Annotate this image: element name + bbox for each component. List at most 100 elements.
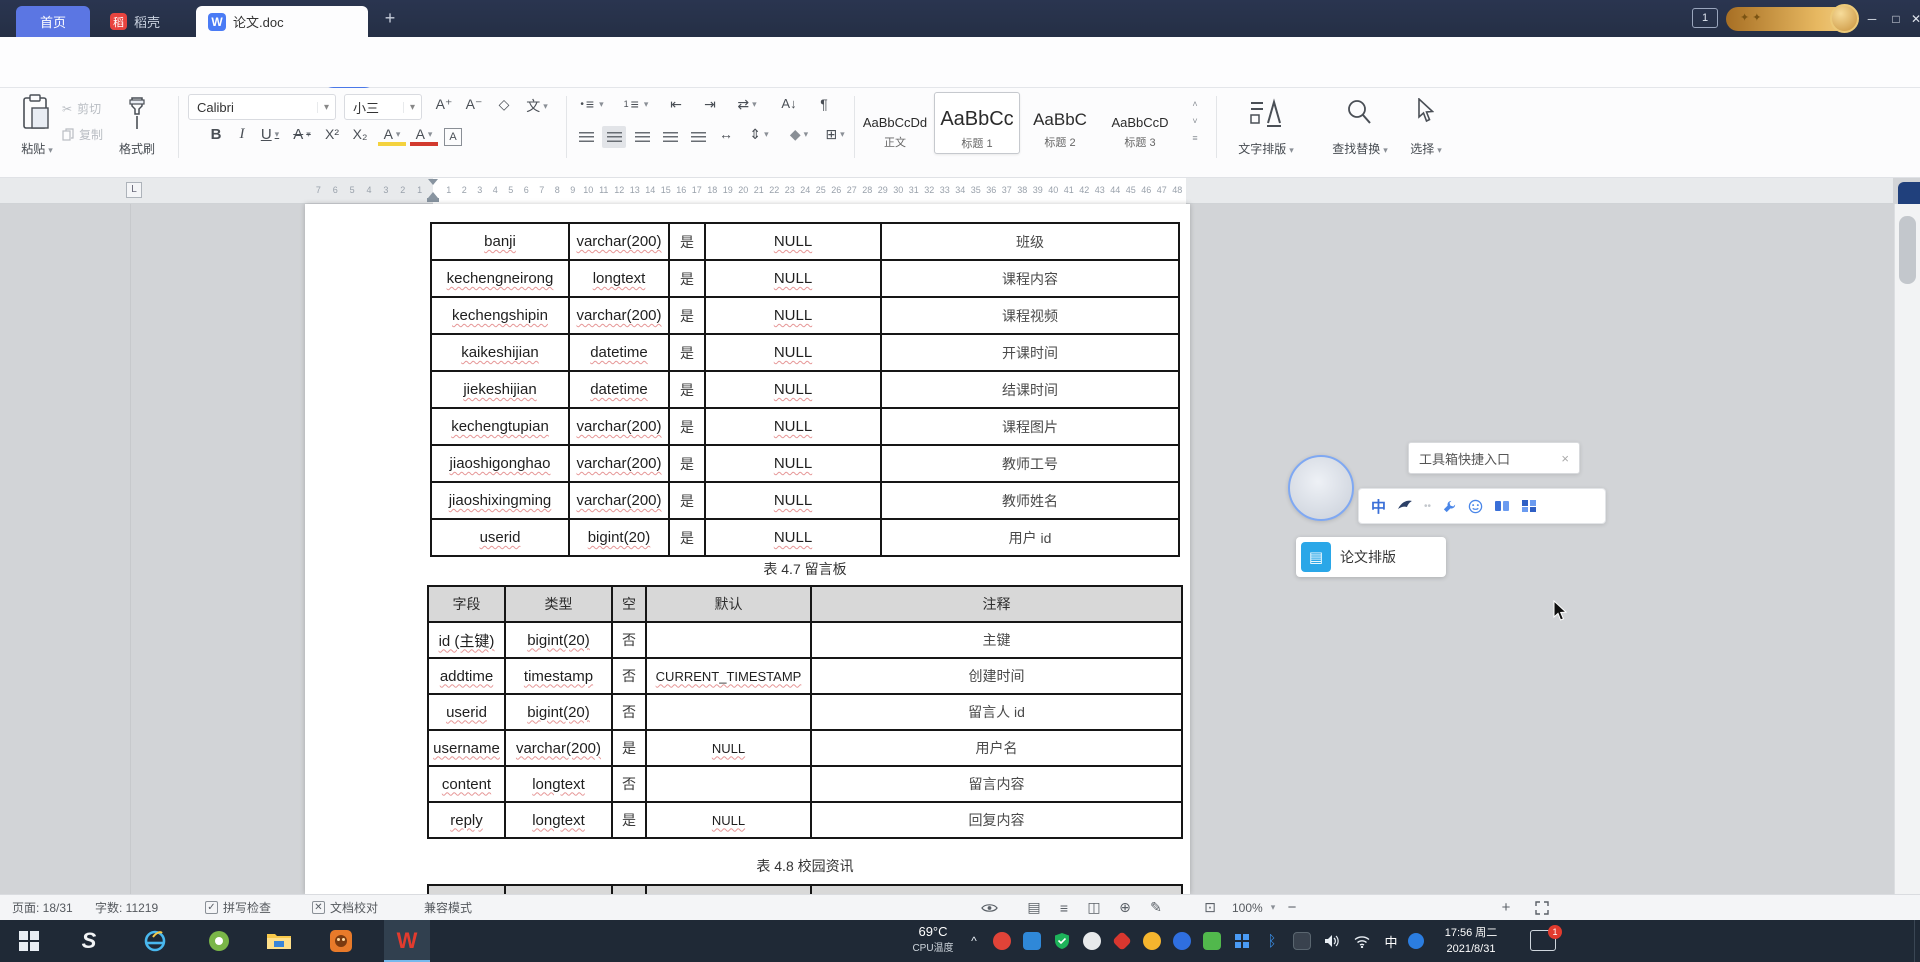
- show-desktop-button[interactable]: [1914, 920, 1920, 962]
- app-icon-360[interactable]: [196, 920, 242, 962]
- style-heading1[interactable]: AaBbCc 标题 1: [934, 92, 1020, 154]
- fullscreen-icon[interactable]: [1530, 895, 1554, 920]
- page-view-icon[interactable]: ▤: [1022, 895, 1046, 920]
- strikethrough-button[interactable]: A ▾: [288, 126, 316, 143]
- style-heading2[interactable]: AaBbC 标题 2: [1022, 92, 1098, 154]
- italic-button[interactable]: I: [232, 126, 252, 143]
- bluetooth-icon[interactable]: ᛒ: [1258, 920, 1286, 962]
- tray-icon-crimson[interactable]: [1108, 920, 1136, 962]
- copy-button[interactable]: 复制: [62, 126, 103, 143]
- align-left-button[interactable]: [574, 126, 598, 148]
- tab-document[interactable]: W 论文.doc: [196, 6, 368, 37]
- spellcheck-toggle[interactable]: ✓ 拼写检查: [205, 895, 271, 920]
- find-replace-icon[interactable]: [1346, 98, 1372, 126]
- tab-home[interactable]: 首页: [16, 6, 90, 37]
- toolbox-avatar[interactable]: [1288, 455, 1354, 521]
- grid-apps-icon[interactable]: [1521, 499, 1537, 513]
- start-button[interactable]: [6, 920, 52, 962]
- web-view-icon[interactable]: ⊕: [1113, 895, 1137, 920]
- message-badge[interactable]: 1: [1692, 8, 1718, 28]
- emoticon-icon[interactable]: [1468, 499, 1483, 514]
- superscript-button[interactable]: X²: [320, 126, 344, 142]
- compatibility-mode[interactable]: 兼容模式: [424, 895, 472, 920]
- paste-button[interactable]: 粘贴 ▾: [6, 140, 68, 157]
- font-name-select[interactable]: Calibri ▾: [188, 94, 336, 120]
- select-button[interactable]: 选择 ▾: [1398, 140, 1454, 157]
- style-normal[interactable]: AaBbCcDd 正文: [858, 92, 932, 154]
- action-center-icon[interactable]: 1: [1530, 925, 1562, 951]
- tray-icon-green[interactable]: [1198, 920, 1226, 962]
- first-line-indent-marker[interactable]: [428, 179, 438, 185]
- format-painter-icon[interactable]: [122, 96, 152, 132]
- vertical-scrollbar[interactable]: [1894, 204, 1920, 894]
- input-method-indicator[interactable]: 中: [1378, 920, 1404, 962]
- fit-page-icon[interactable]: ⊡: [1198, 895, 1222, 920]
- speaker-icon[interactable]: [1318, 920, 1346, 962]
- close-icon[interactable]: ×: [1561, 451, 1569, 466]
- style-gallery-scroll[interactable]: ˄ ˅ ≡: [1186, 96, 1204, 147]
- dots-icon[interactable]: ••: [1424, 501, 1431, 512]
- pinyin-guide-icon[interactable]: 文 ▾: [522, 96, 552, 116]
- page-indicator[interactable]: 页面: 18/31: [12, 895, 73, 920]
- tab-stop-selector[interactable]: L: [126, 182, 142, 198]
- tray-icon-light[interactable]: [1078, 920, 1106, 962]
- tray-icon-dark[interactable]: [1288, 920, 1316, 962]
- zoom-out-icon[interactable]: −: [1282, 895, 1302, 920]
- borders-icon[interactable]: ⊞ ▾: [820, 126, 850, 143]
- select-tool-icon[interactable]: [1416, 98, 1434, 124]
- dark-tool-icon[interactable]: [1397, 499, 1413, 513]
- shading-fill-icon[interactable]: ◆ ▾: [784, 126, 814, 143]
- numbered-list-button[interactable]: 1 ≡ ▾: [620, 96, 652, 112]
- tray-icon-messenger[interactable]: [1018, 920, 1046, 962]
- text-layout-button[interactable]: 文字排版 ▾: [1226, 140, 1306, 157]
- tab-docer[interactable]: 稻 稻壳: [98, 6, 172, 37]
- increase-font-icon[interactable]: A⁺: [432, 96, 456, 113]
- word-count[interactable]: 字数: 11219: [95, 895, 158, 920]
- close-button[interactable]: ✕: [1906, 9, 1920, 28]
- character-shading-button[interactable]: A: [444, 128, 462, 146]
- tray-expand-icon[interactable]: ^: [964, 920, 984, 962]
- find-replace-button[interactable]: 查找替换 ▾: [1322, 140, 1398, 157]
- font-size-select[interactable]: 小三 ▾: [344, 94, 422, 120]
- blocks-icon[interactable]: [1494, 499, 1510, 513]
- align-distribute-button[interactable]: [686, 126, 710, 148]
- toolbox-quick-icons[interactable]: 中 ••: [1358, 488, 1606, 524]
- sort-icon[interactable]: A↓: [774, 96, 804, 111]
- tray-icon-red[interactable]: [988, 920, 1016, 962]
- user-avatar[interactable]: [1830, 4, 1859, 33]
- bold-button[interactable]: B: [204, 126, 228, 143]
- line-spacing-icon[interactable]: ⇕ ▾: [744, 126, 774, 143]
- app-icon-orange[interactable]: [318, 920, 364, 962]
- paragraph-mark-icon[interactable]: ¶: [812, 96, 836, 112]
- paste-icon[interactable]: [20, 94, 52, 132]
- edit-mode-icon[interactable]: ✎: [1144, 895, 1168, 920]
- proofread-toggle[interactable]: ✕ 文档校对: [312, 895, 378, 920]
- left-indent-marker[interactable]: [427, 198, 439, 202]
- clear-format-icon[interactable]: ◇: [492, 96, 516, 113]
- character-scale-icon[interactable]: ↔: [714, 126, 738, 142]
- align-center-button[interactable]: [602, 126, 626, 148]
- style-heading3[interactable]: AaBbCcD 标题 3: [1100, 92, 1180, 154]
- tray-icon-gold[interactable]: [1138, 920, 1166, 962]
- paper-layout-button[interactable]: ▤ 论文排版: [1296, 537, 1446, 577]
- read-view-icon[interactable]: ◫: [1082, 895, 1106, 920]
- cut-button[interactable]: ✂ 剪切: [62, 100, 101, 117]
- text-layout-icon[interactable]: [1246, 96, 1286, 130]
- scrollbar-thumb[interactable]: [1899, 216, 1916, 284]
- decrease-font-icon[interactable]: A⁻: [462, 96, 486, 113]
- underline-button[interactable]: U ▾: [256, 126, 284, 143]
- highlight-color-button[interactable]: A ▾: [378, 126, 406, 146]
- document-page[interactable]: banji varchar(200) 是 NULL 班级 kechengneir…: [305, 204, 1190, 894]
- align-right-button[interactable]: [630, 126, 654, 148]
- app-icon-explorer[interactable]: [256, 920, 302, 962]
- align-justify-button[interactable]: [658, 126, 682, 148]
- subscript-button[interactable]: X₂: [348, 126, 372, 142]
- tray-icon-shield[interactable]: [1048, 920, 1076, 962]
- tray-icon-blue-circle[interactable]: [1168, 920, 1196, 962]
- cpu-temp-widget[interactable]: 69°C CPU温度: [900, 924, 966, 954]
- format-painter-button[interactable]: 格式刷: [102, 140, 172, 157]
- wrench-icon[interactable]: [1442, 499, 1457, 514]
- translate-icon[interactable]: 中: [1371, 496, 1386, 517]
- maximize-button[interactable]: □: [1886, 9, 1906, 28]
- zoom-level[interactable]: 100% ▾: [1232, 895, 1275, 920]
